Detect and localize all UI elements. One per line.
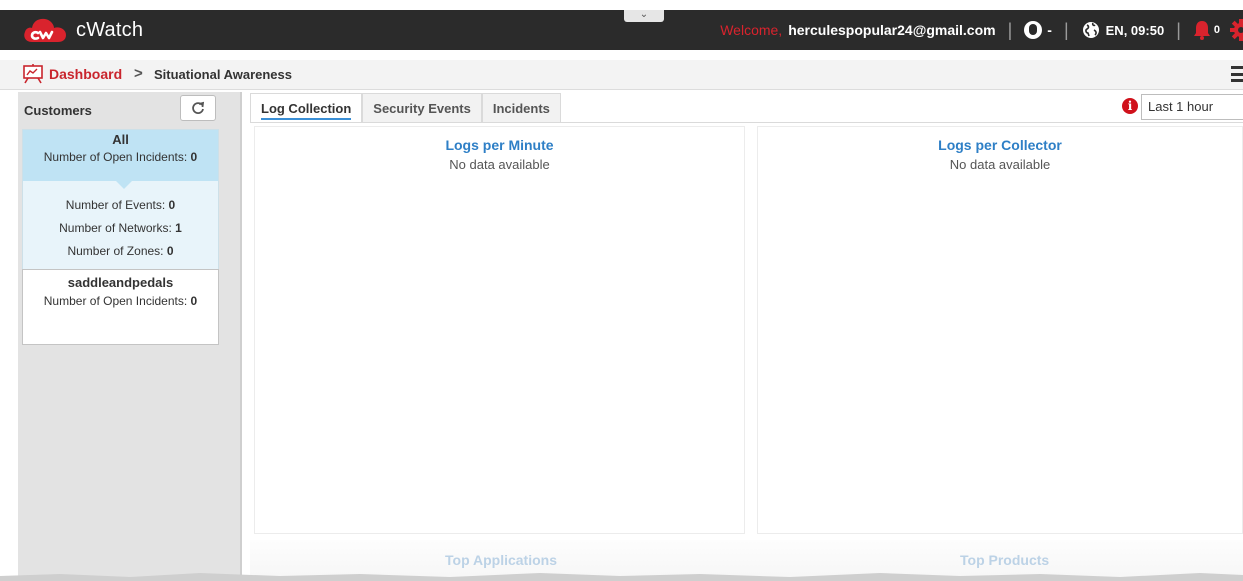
chevron-right-icon: > [134, 65, 143, 82]
torn-edge [0, 573, 1243, 581]
card-pointer [116, 181, 132, 189]
refresh-icon [192, 101, 205, 114]
customer-name: All [112, 132, 129, 147]
welcome-text: Welcome, [720, 22, 783, 38]
empty-state: No data available [949, 157, 1051, 172]
tab-bar: Log Collection Security Events Incidents [250, 93, 561, 123]
presentation-board-icon [23, 64, 43, 84]
user-icon[interactable] [1024, 21, 1043, 39]
cloud-logo-icon [24, 18, 66, 42]
collapse-header-button[interactable]: ⌄ [624, 10, 664, 22]
user-menu-caret[interactable]: - [1047, 22, 1052, 38]
divider: | [1007, 19, 1013, 40]
info-icon[interactable]: i [1122, 98, 1138, 114]
divider: | [1176, 19, 1181, 40]
user-area: Welcome, herculespopular24@gmail.com | -… [720, 10, 1243, 50]
gear-icon[interactable] [1230, 19, 1243, 41]
breadcrumb-dashboard-link[interactable]: Dashboard [49, 66, 122, 82]
customers-sidebar: Customers All Number of Open Incidents: … [18, 92, 242, 581]
customer-card-all[interactable]: All Number of Open Incidents: 0 Number o… [22, 129, 219, 284]
logs-per-collector-panel: Logs per Collector No data available [757, 126, 1243, 534]
tab-incidents[interactable]: Incidents [481, 93, 561, 123]
refresh-button[interactable] [180, 95, 216, 121]
menu-icon[interactable] [1231, 66, 1243, 82]
card-details: Number of Events: 0 Number of Networks: … [23, 181, 218, 263]
customer-name: saddleandpedals [67, 275, 174, 290]
logs-per-minute-panel: Logs per Minute No data available [254, 126, 745, 534]
tab-divider [250, 122, 1243, 123]
chevron-down-icon: ⌄ [639, 9, 649, 20]
empty-state: No data available [449, 157, 550, 172]
bell-icon[interactable] [1193, 20, 1211, 40]
card-header: All Number of Open Incidents: 0 [23, 130, 218, 189]
app-name: cWatch [76, 18, 144, 41]
panel-title: Logs per Collector [938, 137, 1062, 153]
user-email[interactable]: herculespopular24@gmail.com [788, 22, 995, 38]
breadcrumb: Dashboard > Situational Awareness [0, 60, 1243, 90]
language-time[interactable]: EN, 09:50 [1106, 23, 1165, 38]
cwatch-logo[interactable]: cWatch [22, 16, 143, 44]
tab-log-collection[interactable]: Log Collection [250, 93, 363, 123]
divider: | [1063, 19, 1069, 40]
networks-count: Number of Networks: 1 [59, 221, 182, 235]
globe-icon[interactable] [1081, 20, 1101, 40]
breadcrumb-current: Situational Awareness [154, 67, 292, 82]
customer-card[interactable]: saddleandpedals Number of Open Incidents… [22, 269, 219, 345]
time-range-select[interactable]: Last 1 hour [1141, 94, 1243, 120]
notification-count: 0 [1213, 24, 1220, 36]
open-incidents-line: Number of Open Incidents: 0 [43, 150, 198, 164]
panel-title: Logs per Minute [445, 137, 554, 153]
top-bar: cWatch ⌄ Welcome, herculespopular24@gmai… [0, 10, 1243, 50]
zones-count: Number of Zones: 0 [67, 244, 174, 258]
sidebar-title: Customers [24, 103, 92, 118]
events-count: Number of Events: 0 [65, 198, 176, 212]
open-incidents-line: Number of Open Incidents: 0 [43, 294, 198, 308]
tab-security-events[interactable]: Security Events [362, 93, 482, 123]
